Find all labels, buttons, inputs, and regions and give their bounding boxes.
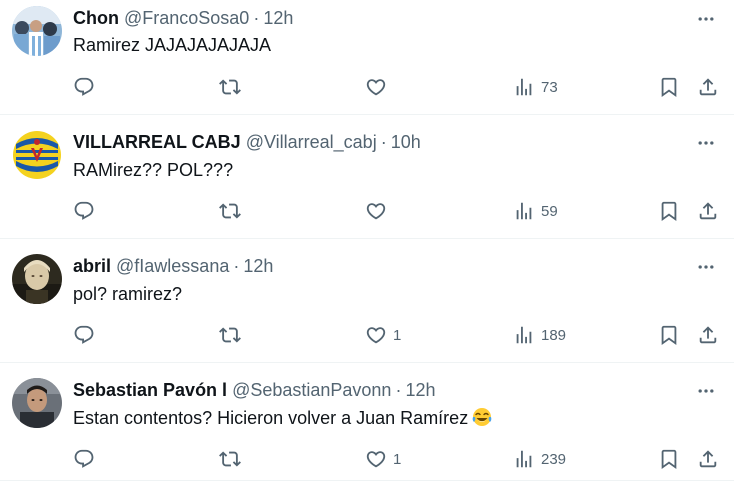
views-button[interactable]: 239	[513, 447, 566, 471]
views-icon	[513, 448, 535, 470]
separator-dot: ·	[395, 380, 402, 400]
timestamp[interactable]: 12h	[405, 379, 435, 401]
reply-icon	[73, 76, 95, 98]
retweet-button[interactable]	[219, 447, 241, 471]
like-button[interactable]: 1	[365, 323, 401, 347]
display-name[interactable]: Chon	[73, 7, 119, 29]
view-count: 59	[541, 202, 558, 220]
share-icon	[697, 448, 719, 470]
share-button[interactable]	[697, 199, 719, 223]
retweet-button[interactable]	[219, 323, 241, 347]
reply-button[interactable]	[73, 323, 95, 347]
tweet-header: VILLARREAL CABJ @Villarreal_cabj · 10h	[73, 131, 421, 153]
views-icon	[513, 324, 535, 346]
reply-icon	[73, 324, 95, 346]
retweet-icon	[219, 324, 241, 346]
reply-icon	[73, 200, 95, 222]
tweet-header: Sebastian Pavón l @SebastianPavonn · 12h	[73, 379, 436, 401]
retweet-button[interactable]	[219, 75, 241, 99]
retweet-button[interactable]	[219, 199, 241, 223]
like-icon	[365, 324, 387, 346]
timestamp[interactable]: 10h	[391, 131, 421, 153]
avatar[interactable]	[12, 6, 62, 56]
like-icon	[365, 448, 387, 470]
like-count: 1	[393, 326, 402, 344]
avatar[interactable]	[12, 130, 62, 180]
like-icon	[365, 200, 387, 222]
user-handle[interactable]: @FrancoSosa0	[124, 7, 249, 29]
more-options-icon[interactable]	[694, 7, 718, 31]
share-icon	[697, 324, 719, 346]
views-button[interactable]: 189	[513, 323, 566, 347]
separator-dot: ·	[233, 256, 240, 276]
bookmark-icon	[658, 200, 680, 222]
share-button[interactable]	[697, 447, 719, 471]
like-button[interactable]: 1	[365, 447, 401, 471]
retweet-icon	[219, 448, 241, 470]
views-button[interactable]: 59	[513, 199, 558, 223]
more-options-icon[interactable]	[694, 379, 718, 403]
bookmark-icon	[658, 448, 680, 470]
bookmark-icon	[658, 76, 680, 98]
reply-button[interactable]	[73, 75, 95, 99]
bookmark-button[interactable]	[658, 75, 680, 99]
views-button[interactable]: 73	[513, 75, 558, 99]
like-button[interactable]	[365, 199, 393, 223]
avatar[interactable]	[12, 254, 62, 304]
more-options-icon[interactable]	[694, 131, 718, 155]
like-icon	[365, 76, 387, 98]
view-count: 73	[541, 78, 558, 96]
bookmark-button[interactable]	[658, 447, 680, 471]
share-icon	[697, 76, 719, 98]
share-icon	[697, 200, 719, 222]
reply-icon	[73, 448, 95, 470]
bookmark-button[interactable]	[658, 323, 680, 347]
view-count: 239	[541, 450, 567, 468]
like-count: 1	[393, 450, 402, 468]
more-options-icon[interactable]	[694, 255, 718, 279]
bookmark-button[interactable]	[658, 199, 680, 223]
share-button[interactable]	[697, 323, 719, 347]
tweet-text: RAMirez?? POL???	[73, 160, 234, 180]
retweet-icon	[219, 200, 241, 222]
retweet-icon	[219, 76, 241, 98]
tweet-text: pol? ramirez?	[73, 284, 183, 304]
separator-dot: ·	[253, 8, 260, 28]
tweet-text: Ramirez JAJAJAJAJAJA	[73, 35, 272, 55]
tweet-header: Chon @FrancoSosa0 · 12h	[73, 7, 293, 29]
tweet-header: abril @fIawlessana · 12h	[73, 255, 273, 277]
tweet-text-body: Estan contentos? Hicieron volver a Juan …	[73, 408, 469, 428]
avatar[interactable]	[12, 378, 62, 428]
separator-dot: ·	[380, 132, 387, 152]
user-handle[interactable]: @SebastianPavonn	[232, 379, 391, 401]
tweet[interactable]: abril @fIawlessana · 12h pol? ramirez? 1…	[0, 239, 734, 363]
display-name[interactable]: Sebastian Pavón l	[73, 379, 227, 401]
reply-button[interactable]	[73, 199, 95, 223]
tweet[interactable]: Chon @FrancoSosa0 · 12h Ramirez JAJAJAJA…	[0, 0, 734, 115]
share-button[interactable]	[697, 75, 719, 99]
views-icon	[513, 200, 535, 222]
display-name[interactable]: abril	[73, 255, 111, 277]
like-button[interactable]	[365, 75, 393, 99]
tweet-text: Estan contentos? Hicieron volver a Juan …	[73, 406, 492, 430]
display-name[interactable]: VILLARREAL CABJ	[73, 131, 241, 153]
reply-button[interactable]	[73, 447, 95, 471]
user-handle[interactable]: @fIawlessana	[116, 255, 229, 277]
face-with-tears-of-joy-icon	[472, 408, 492, 426]
user-handle[interactable]: @Villarreal_cabj	[246, 131, 377, 153]
tweet[interactable]: Sebastian Pavón l @SebastianPavonn · 12h…	[0, 363, 734, 481]
tweet[interactable]: VILLARREAL CABJ @Villarreal_cabj · 10h R…	[0, 115, 734, 239]
views-icon	[513, 76, 535, 98]
bookmark-icon	[658, 324, 680, 346]
timestamp[interactable]: 12h	[263, 7, 293, 29]
timestamp[interactable]: 12h	[243, 255, 273, 277]
view-count: 189	[541, 326, 567, 344]
